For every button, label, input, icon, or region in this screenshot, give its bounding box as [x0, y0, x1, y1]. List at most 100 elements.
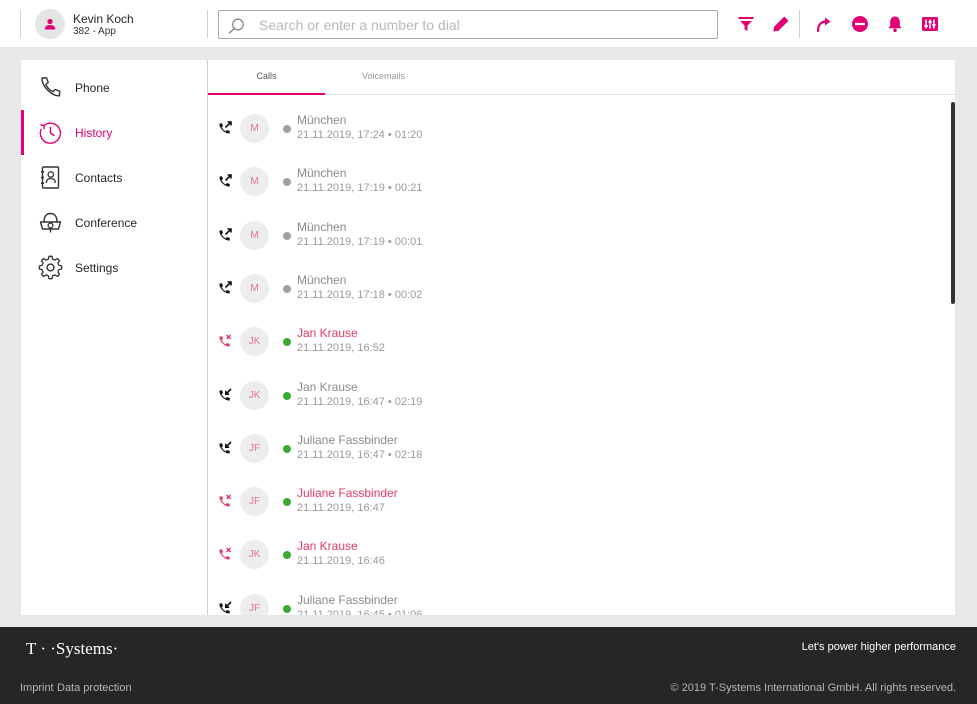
call-row[interactable]: M München 21.11.2019, 17:19 • 00:21 — [208, 155, 943, 208]
presence-status-dot — [283, 391, 291, 400]
contact-avatar[interactable]: JK — [240, 327, 269, 357]
search-icon — [228, 18, 244, 34]
tab-calls[interactable]: Calls — [208, 60, 325, 95]
t-systems-logo: T · ·Systems· — [26, 639, 119, 658]
history-tabs: Calls Voicemails — [208, 60, 955, 95]
contact-name: Jan Krause — [297, 379, 358, 394]
call-row[interactable]: M München 21.11.2019, 17:19 • 00:01 — [208, 209, 943, 262]
presence-status-dot — [283, 551, 291, 560]
dnd-icon[interactable] — [849, 13, 871, 35]
data-protection-link[interactable]: Data protection — [57, 682, 132, 694]
call-datetime-duration: 21.11.2019, 16:52 — [297, 342, 385, 355]
contact-avatar[interactable]: M — [240, 273, 269, 303]
presence-status-dot — [283, 125, 291, 133]
sidebar-item-contacts[interactable]: Contacts — [21, 155, 207, 200]
missed-call-icon — [219, 334, 232, 347]
call-row[interactable]: M München 21.11.2019, 17:24 • 01:20 — [208, 102, 943, 155]
forward-icon[interactable] — [813, 13, 835, 35]
header-divider — [207, 10, 208, 38]
contact-avatar[interactable]: M — [240, 114, 269, 143]
call-datetime-duration: 21.11.2019, 17:19 • 00:01 — [297, 235, 423, 248]
footer-tagline: Let's power higher performance — [801, 641, 956, 653]
sidebar-item-label: Phone — [75, 81, 110, 95]
header-divider — [20, 10, 21, 38]
outgoing-call-icon — [219, 227, 232, 241]
contact-name: Juliane Fassbinder — [297, 592, 398, 607]
contact-name: Juliane Fassbinder — [297, 486, 398, 501]
incoming-call-icon — [219, 601, 232, 614]
contact-name: Juliane Fassbinder — [297, 432, 398, 447]
copyright-text: © 2019 T-Systems International GmbH. All… — [670, 682, 956, 694]
outgoing-call-icon — [219, 281, 232, 294]
contact-avatar[interactable]: M — [240, 167, 269, 197]
phone-icon — [41, 77, 61, 97]
imprint-link[interactable]: Imprint — [20, 682, 54, 694]
missed-call-icon — [219, 547, 232, 560]
contact-name: München — [297, 272, 347, 287]
sidebar-item-conference[interactable]: Conference — [21, 200, 207, 245]
contact-avatar[interactable]: M — [240, 220, 269, 250]
sidebar: Phone History Contacts Conference Settin… — [21, 60, 207, 615]
call-datetime-duration: 21.11.2019, 16:47 • 02:18 — [297, 448, 423, 461]
contact-name: München — [297, 219, 347, 234]
filter-icon[interactable] — [735, 13, 757, 35]
sidebar-item-settings[interactable]: Settings — [21, 245, 207, 290]
page-footer: T · ·Systems· Let's power higher perform… — [0, 627, 977, 704]
presence-status-dot — [283, 284, 291, 293]
presence-status-dot — [283, 178, 291, 187]
sidebar-item-history[interactable]: History — [21, 110, 207, 155]
call-row[interactable]: JF Juliane Fassbinder 21.11.2019, 16:45 • … — [208, 582, 943, 615]
call-row[interactable]: JF Juliane Fassbinder 21.11.2019, 16:47 • … — [208, 422, 943, 475]
call-datetime-duration: 21.11.2019, 16:47 • 02:19 — [297, 395, 423, 408]
contact-avatar[interactable]: JK — [240, 540, 269, 570]
missed-call-icon — [219, 494, 232, 507]
scrollbar[interactable] — [951, 102, 955, 304]
presence-status-dot — [283, 231, 291, 240]
contact-name: München — [297, 113, 347, 127]
call-row[interactable]: JF Juliane Fassbinder 21.11.2019, 16:47 — [208, 475, 943, 528]
contact-avatar[interactable]: JF — [240, 487, 269, 517]
call-row[interactable]: M München 21.11.2019, 17:18 • 00:02 — [208, 262, 943, 315]
call-datetime-duration: 21.11.2019, 16:46 — [297, 555, 385, 568]
sidebar-item-phone[interactable]: Phone — [21, 65, 207, 110]
outgoing-call-icon — [219, 121, 232, 134]
app-header: Kevin Koch 382 - App — [0, 0, 977, 47]
presence-status-dot — [283, 604, 291, 613]
presence-status-dot — [283, 444, 291, 453]
call-datetime-duration: 21.11.2019, 17:18 • 00:02 — [297, 288, 423, 301]
history-icon — [39, 122, 62, 144]
call-datetime-duration: 21.11.2019, 16:47 — [297, 502, 385, 515]
incoming-call-icon — [219, 441, 232, 454]
presence-status-dot — [283, 498, 291, 507]
call-row[interactable]: JK Jan Krause 21.11.2019, 16:46 — [208, 528, 943, 581]
contact-avatar[interactable]: JK — [240, 380, 269, 410]
equalizer-icon[interactable] — [919, 13, 941, 35]
history-panel: Calls Voicemails M München 21.11.2019, 17:… — [207, 60, 955, 615]
search-box[interactable] — [218, 10, 718, 39]
search-input[interactable] — [259, 15, 699, 35]
contact-avatar[interactable]: JF — [240, 593, 269, 615]
sidebar-item-label: Contacts — [75, 171, 123, 185]
sidebar-item-label: Settings — [75, 261, 119, 275]
presence-status-dot — [283, 338, 291, 347]
incoming-call-icon — [219, 387, 232, 401]
call-datetime-duration: 21.11.2019, 17:19 • 00:21 — [297, 182, 423, 195]
contact-name: Jan Krause — [297, 326, 358, 341]
edit-icon[interactable] — [770, 13, 792, 35]
contact-avatar[interactable]: JF — [240, 433, 269, 463]
outgoing-call-icon — [219, 174, 232, 187]
sidebar-item-label: History — [75, 126, 113, 140]
call-datetime-duration: 21.11.2019, 17:24 • 01:20 — [297, 129, 423, 141]
settings-icon — [38, 255, 63, 280]
contact-name: Jan Krause — [297, 539, 358, 554]
call-row[interactable]: JK Jan Krause 21.11.2019, 16:47 • 02:19 — [208, 369, 943, 422]
user-avatar[interactable] — [35, 9, 65, 39]
tab-voicemails[interactable]: Voicemails — [325, 60, 442, 95]
conference-icon — [39, 212, 62, 233]
header-divider — [799, 10, 800, 38]
call-datetime-duration: 21.11.2019, 16:45 • 01:06 — [297, 608, 423, 615]
user-extension: 382 - App — [73, 26, 116, 37]
user-name: Kevin Koch — [73, 12, 134, 26]
call-row[interactable]: JK Jan Krause 21.11.2019, 16:52 — [208, 315, 943, 368]
bell-icon[interactable] — [884, 13, 906, 35]
